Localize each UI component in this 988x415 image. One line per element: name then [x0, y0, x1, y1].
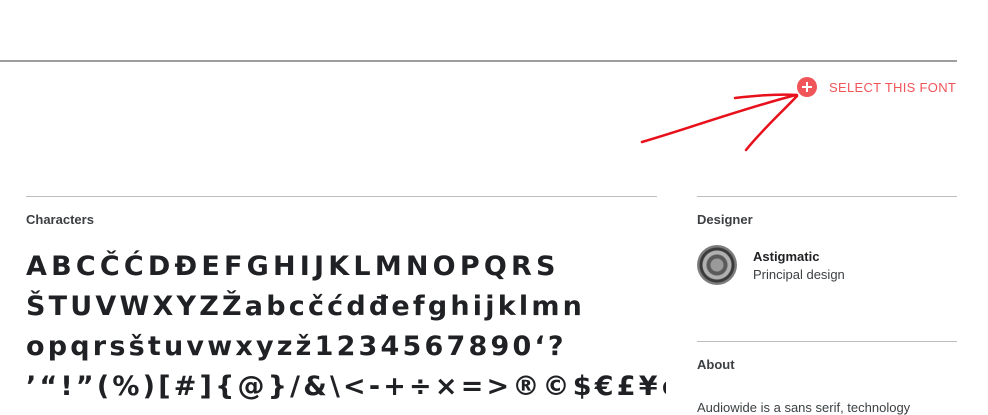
designer-info: Astigmatic Principal design: [753, 249, 845, 282]
top-divider: [0, 60, 957, 62]
designer-divider: [697, 196, 957, 197]
about-divider: [697, 341, 957, 342]
designer-section: Designer Astigmatic Principal design: [697, 196, 957, 285]
about-section: About Audiowide is a sans serif, technol…: [697, 341, 957, 415]
glyph-sample: ABCČĆDĐEFGHIJKLMNOPQRS ŠTUVWXYZŽabcčćdđe…: [26, 247, 666, 407]
glyph-line: ŠTUVWXYZŽabcčćdđefghijklmn: [26, 291, 586, 322]
glyph-line: ’“!”(%)[#]{@}/&\<-+÷×=>®©$€£¥¢: [26, 371, 666, 402]
glyph-line: ABCČĆDĐEFGHIJKLMNOPQRS: [26, 251, 560, 282]
designer-name: Astigmatic: [753, 248, 820, 264]
characters-section: Characters ABCČĆDĐEFGHIJKLMNOPQRS ŠTUVWX…: [26, 196, 666, 407]
select-this-font-label: SELECT THIS FONT: [829, 79, 957, 95]
designer-heading: Designer: [697, 212, 753, 227]
characters-heading: Characters: [26, 212, 94, 227]
font-detail-page: SELECT THIS FONT Characters ABCČĆDĐEFGHI…: [0, 0, 988, 415]
characters-divider: [26, 196, 657, 197]
about-heading: About: [697, 357, 735, 372]
designer-role: Principal design: [753, 266, 845, 282]
designer-card[interactable]: Astigmatic Principal design: [697, 245, 957, 285]
about-text: Audiowide is a sans serif, technology: [697, 400, 911, 415]
designer-avatar: [697, 245, 737, 285]
glyph-line: opqrsštuvwxyzž1234567890‘?: [26, 331, 567, 362]
select-this-font-button[interactable]: SELECT THIS FONT: [797, 76, 956, 98]
add-circle-icon: [797, 77, 817, 97]
